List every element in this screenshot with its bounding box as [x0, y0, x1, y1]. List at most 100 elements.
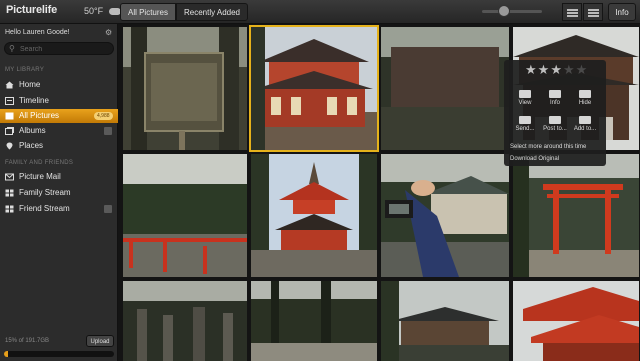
gear-icon[interactable]: ⚙ [105, 28, 112, 37]
photo-image [123, 154, 247, 277]
photo-thumbnail[interactable] [251, 281, 377, 361]
storage-progress-bar [4, 351, 114, 357]
photo-thumbnail-selected[interactable] [249, 25, 379, 152]
photo-thumbnail[interactable] [381, 27, 509, 150]
info-button[interactable]: Info [608, 3, 636, 21]
list-view-button[interactable] [562, 3, 582, 21]
sidebar-item-picture-mail[interactable]: Picture Mail [0, 170, 118, 184]
sidebar-item-label: Family Stream [19, 188, 71, 197]
zoom-slider[interactable] [482, 10, 542, 13]
sidebar-item-friend-stream[interactable]: Friend Stream [0, 202, 118, 216]
pin-icon [6, 142, 13, 150]
view-icon [519, 90, 531, 98]
grid-view-button[interactable] [583, 3, 603, 21]
info-menu-button[interactable]: Info [541, 90, 569, 106]
photo-thumbnail[interactable] [123, 154, 247, 277]
share-icon [549, 116, 561, 124]
add-to-button[interactable]: Add to... [571, 116, 599, 132]
count-badge: 4,988 [94, 112, 113, 120]
sidebar-item-label: Timeline [19, 96, 49, 105]
sidebar-item-label: Places [19, 141, 44, 150]
photo-action-menu: ★★★★★ View Info Hide Send... Post to... [504, 60, 606, 166]
send-label: Send... [515, 126, 535, 132]
search-input[interactable] [20, 44, 108, 54]
post-to-button[interactable]: Post to... [541, 116, 569, 132]
top-bar: Picturelife 50°F All Pictures Recently A… [0, 0, 640, 24]
home-icon [5, 81, 14, 89]
sidebar-item-label: Albums [19, 126, 46, 135]
sidebar-item-albums[interactable]: Albums [0, 124, 118, 138]
section-family-friends: FAMILY AND FRIENDS [5, 160, 74, 166]
info-icon [549, 90, 561, 98]
add-to-album-icon [579, 116, 591, 124]
sidebar-item-home[interactable]: Home [0, 78, 118, 92]
search-box: ⚲ [4, 42, 114, 55]
upload-button[interactable]: Upload [86, 335, 114, 347]
zoom-slider-knob[interactable] [498, 5, 510, 17]
sidebar-item-timeline[interactable]: Timeline [0, 94, 118, 108]
photo-thumbnail[interactable] [381, 281, 509, 361]
photo-thumbnail[interactable] [251, 154, 377, 277]
photo-thumbnail[interactable] [123, 27, 247, 150]
sidebar-item-places[interactable]: Places [0, 139, 118, 153]
photo-image [251, 154, 377, 277]
rating-stars[interactable]: ★★★★★ [525, 62, 588, 78]
photo-image [251, 281, 377, 361]
photo-image [513, 154, 639, 277]
star-icon[interactable]: ★ [576, 62, 589, 77]
photo-grid: ★★★★★ View Info Hide Send... Post to... [118, 24, 640, 361]
section-my-library: MY LIBRARY [5, 67, 45, 73]
photo-image [381, 281, 509, 361]
photo-image [381, 27, 509, 150]
photo-thumbnail[interactable] [513, 281, 639, 361]
storage-progress-fill [4, 351, 9, 357]
sidebar-item-label: Home [19, 80, 41, 89]
sidebar-item-label: Picture Mail [19, 172, 61, 181]
timeline-icon [5, 97, 14, 105]
star-icon[interactable]: ★ [563, 62, 576, 77]
weather-widget: 50°F [84, 6, 121, 16]
tab-all-pictures[interactable]: All Pictures [120, 3, 176, 21]
send-button[interactable]: Send... [511, 116, 539, 132]
albums-icon [5, 127, 14, 135]
photo-image [381, 154, 509, 277]
search-icon: ⚲ [9, 44, 15, 53]
add-to-label: Add to... [573, 126, 597, 132]
hide-button[interactable]: Hide [571, 90, 599, 106]
add-friend-icon[interactable] [104, 205, 112, 213]
hide-label: Hide [578, 100, 592, 106]
sidebar-item-label: All Pictures [19, 111, 60, 120]
sidebar: Hello Lauren Goode! ⚙ ⚲ MY LIBRARY Home … [0, 24, 118, 361]
greeting: Hello Lauren Goode! [5, 29, 70, 36]
storage-usage: 15% of 191.7GB [5, 338, 50, 344]
post-to-label: Post to... [543, 126, 567, 132]
select-more-link[interactable]: Select more around this time [510, 144, 586, 150]
app-logo: Picturelife [6, 4, 57, 16]
photo-image [251, 27, 377, 150]
view-label: View [518, 100, 532, 106]
grid-icon [5, 205, 14, 213]
photo-image [123, 27, 247, 150]
trash-icon [579, 90, 591, 98]
grid-icon [5, 189, 14, 197]
list-icon [567, 9, 578, 11]
all-pictures-icon [5, 112, 14, 120]
star-icon[interactable]: ★ [550, 62, 563, 77]
download-original-link[interactable]: Download Original [510, 156, 559, 162]
photo-thumbnail[interactable] [513, 154, 639, 277]
photo-image [513, 281, 639, 361]
photo-thumbnail[interactable] [123, 281, 247, 361]
sidebar-item-all-pictures[interactable]: All Pictures 4,988 [0, 109, 118, 123]
info-menu-label: Info [549, 100, 560, 106]
add-album-icon[interactable] [104, 127, 112, 135]
sidebar-item-label: Friend Stream [19, 204, 70, 213]
star-icon[interactable]: ★ [525, 62, 538, 77]
mail-icon [5, 173, 14, 181]
tab-recently-added[interactable]: Recently Added [176, 3, 248, 21]
photo-thumbnail[interactable] [381, 154, 509, 277]
grid-icon [588, 9, 599, 11]
view-button[interactable]: View [511, 90, 539, 106]
temperature: 50°F [84, 6, 104, 16]
sidebar-item-family-stream[interactable]: Family Stream [0, 186, 118, 200]
star-icon[interactable]: ★ [538, 62, 551, 77]
